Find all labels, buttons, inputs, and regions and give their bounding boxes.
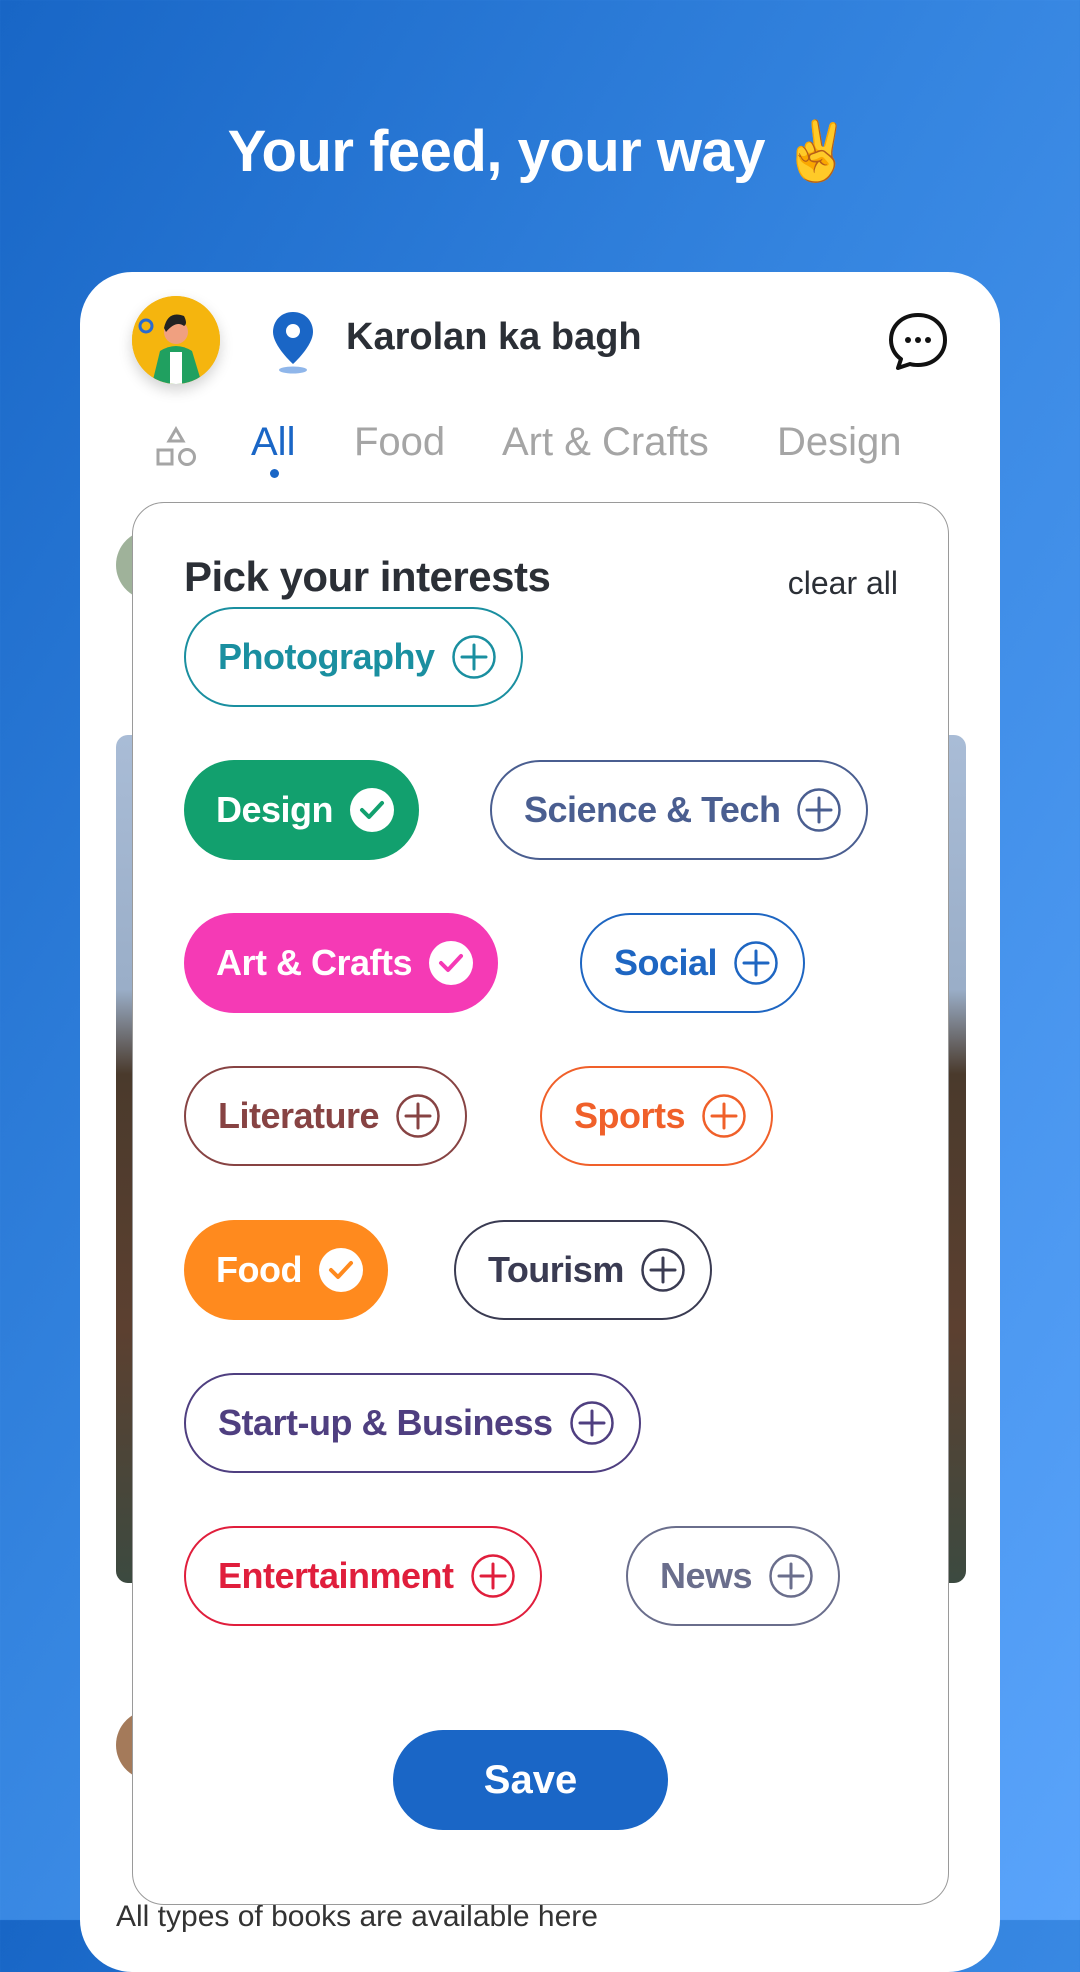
- chip-label: News: [660, 1555, 753, 1596]
- check-circle-icon: [318, 1248, 363, 1292]
- location-pin-icon: [273, 312, 313, 374]
- interest-chip-art-crafts[interactable]: Art & Crafts: [184, 913, 499, 1013]
- plus-circle-icon: [641, 1248, 685, 1292]
- plus-circle-icon: [396, 1094, 440, 1138]
- chip-label: Sports: [574, 1095, 686, 1136]
- tab-design[interactable]: Design: [777, 420, 902, 465]
- plus-circle-icon: [769, 1554, 813, 1598]
- plus-circle-icon: [470, 1554, 515, 1598]
- check-circle-icon: [350, 788, 395, 832]
- chat-icon[interactable]: [886, 310, 950, 374]
- check-circle-icon: [429, 941, 474, 985]
- tab-art-crafts[interactable]: Art & Crafts: [502, 420, 709, 465]
- clear-all-button[interactable]: clear all: [788, 565, 898, 602]
- headline: Your feed, your way ✌️: [227, 119, 853, 184]
- interests-popup: Pick your interests clear all Photograph…: [132, 502, 949, 1905]
- avatar-illustration-icon: [132, 296, 220, 384]
- interest-chip-sports[interactable]: Sports: [540, 1066, 774, 1166]
- chip-label: Science & Tech: [524, 789, 781, 830]
- tab-food[interactable]: Food: [354, 420, 445, 465]
- tab-all[interactable]: All: [251, 420, 295, 465]
- post-text: All types of books are available here: [116, 1900, 598, 1933]
- shapes-icon[interactable]: [155, 426, 197, 468]
- chip-label: Tourism: [488, 1249, 624, 1290]
- interest-chip-tourism[interactable]: Tourism: [454, 1220, 712, 1320]
- save-button[interactable]: Save: [393, 1730, 668, 1830]
- chip-label: Entertainment: [218, 1555, 454, 1596]
- interest-chip-science-tech[interactable]: Science & Tech: [490, 760, 869, 860]
- interest-chip-entertainment[interactable]: Entertainment: [184, 1526, 542, 1626]
- interest-chip-literature[interactable]: Literature: [184, 1066, 468, 1166]
- chip-label: Design: [216, 789, 334, 830]
- interest-chip-start-up-business[interactable]: Start-up & Business: [184, 1373, 641, 1473]
- plus-circle-icon: [797, 788, 842, 832]
- chip-label: Social: [614, 942, 718, 983]
- interest-chip-social[interactable]: Social: [580, 913, 806, 1013]
- interest-chip-food[interactable]: Food: [184, 1220, 388, 1320]
- location-label[interactable]: Karolan ka bagh: [346, 316, 642, 359]
- chip-label: Literature: [218, 1095, 380, 1136]
- chip-label: Photography: [218, 636, 435, 677]
- chip-label: Start-up & Business: [218, 1402, 553, 1443]
- plus-circle-icon: [702, 1094, 746, 1138]
- chip-label: Food: [216, 1249, 302, 1290]
- avatar[interactable]: [132, 296, 220, 384]
- plus-circle-icon: [569, 1401, 614, 1445]
- interest-chip-news[interactable]: News: [626, 1526, 841, 1626]
- chip-label: Art & Crafts: [216, 942, 413, 983]
- plus-circle-icon: [734, 941, 778, 985]
- popup-title: Pick your interests: [184, 553, 551, 600]
- interest-chip-photography[interactable]: Photography: [184, 607, 523, 707]
- active-tab-indicator: [270, 469, 279, 478]
- interest-chip-design[interactable]: Design: [184, 760, 420, 860]
- plus-circle-icon: [451, 635, 496, 679]
- category-tabs: All Food Art & Crafts Design: [80, 420, 1000, 480]
